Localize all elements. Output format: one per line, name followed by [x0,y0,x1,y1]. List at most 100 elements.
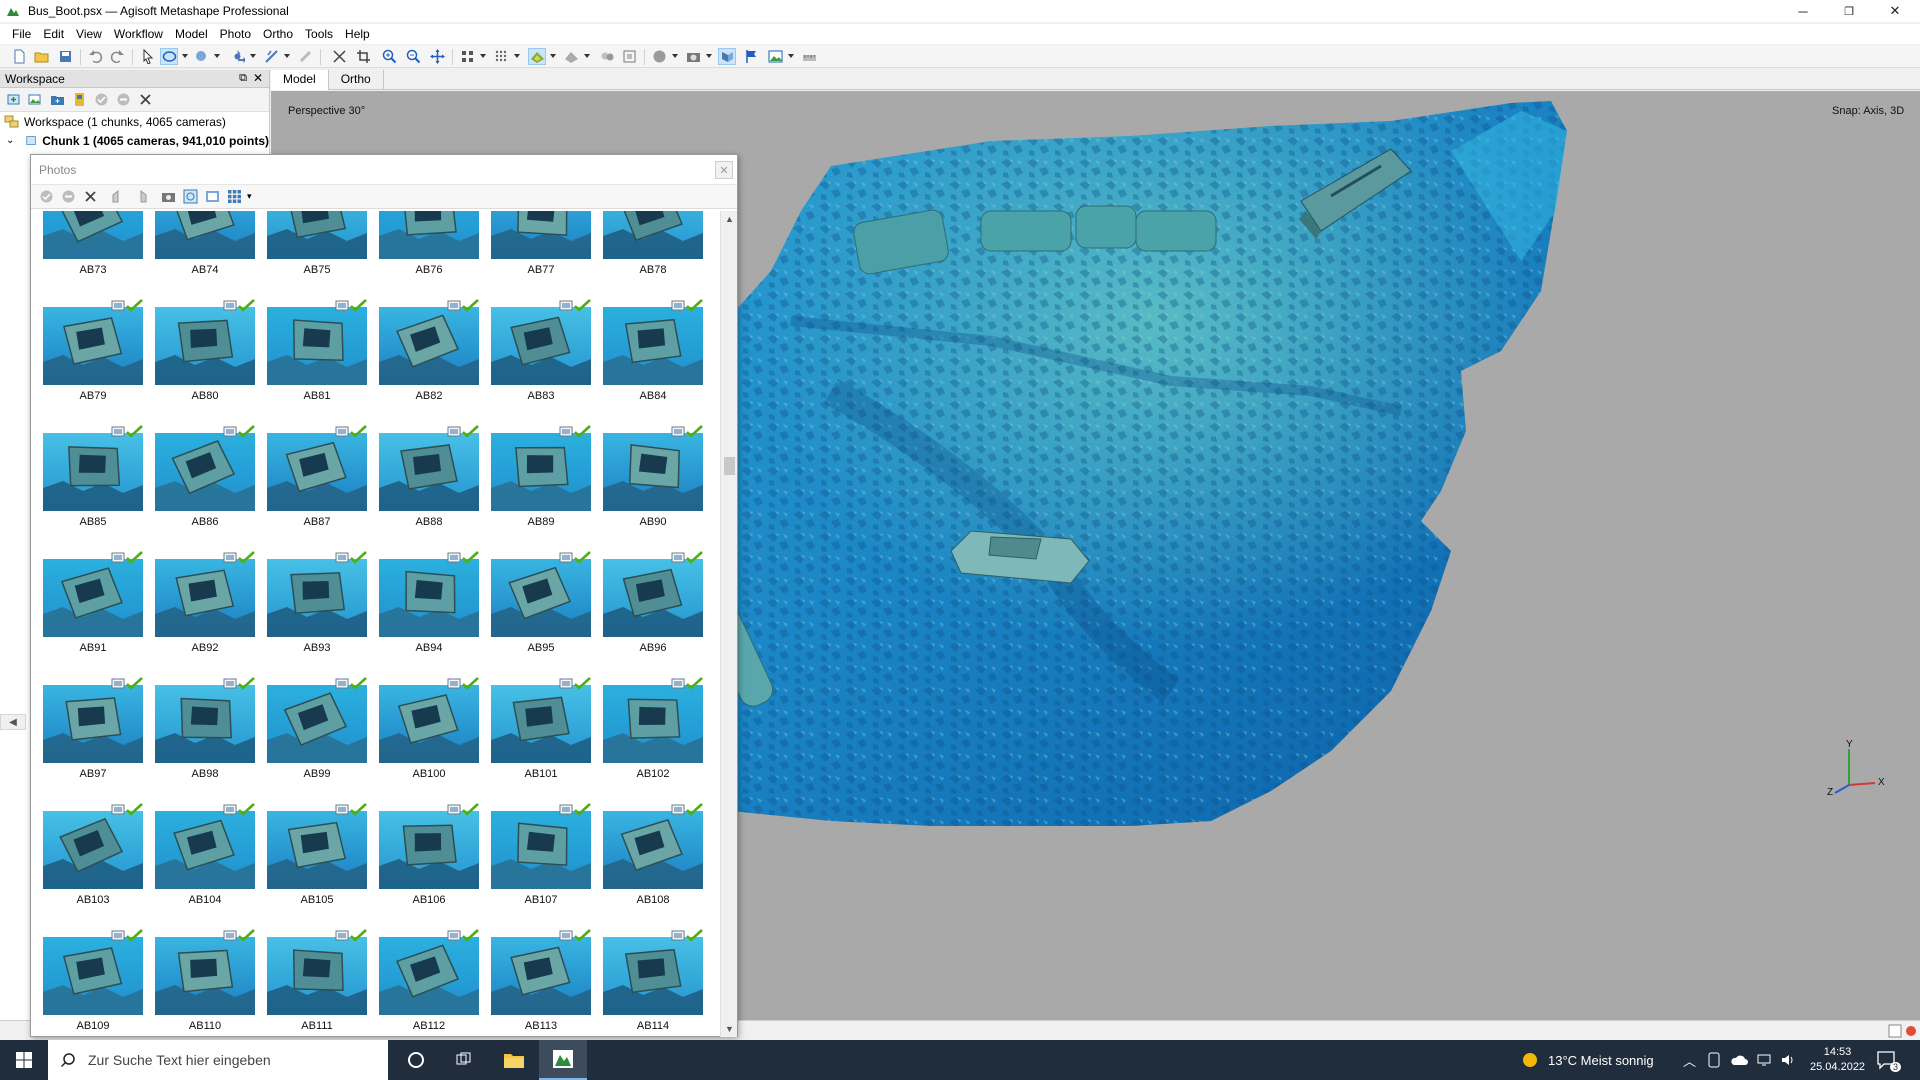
photo-thumbnail-item[interactable]: AB100 [373,677,485,803]
onedrive-cloud-icon[interactable] [1730,1053,1749,1067]
photo-thumbnail-image[interactable] [155,307,255,385]
scroll-down-arrow[interactable]: ▼ [721,1021,738,1037]
reset-view-icon[interactable] [428,48,446,65]
points-view-dropdown-arrow[interactable] [514,54,520,58]
menu-workflow[interactable]: Workflow [108,24,169,44]
textured-model-icon[interactable] [528,48,546,65]
photo-thumbnail-image[interactable] [155,211,255,259]
cameras-icon[interactable] [598,48,616,65]
redo-icon[interactable] [108,48,126,65]
menu-model[interactable]: Model [169,24,214,44]
navigation-arrow-icon[interactable] [138,48,156,65]
photo-thumbnail-image[interactable] [43,811,143,889]
photo-thumbnail-image[interactable] [155,433,255,511]
chevron-down-icon[interactable]: ⌄ [6,135,16,146]
photo-thumbnail-item[interactable]: AB73 [37,211,149,299]
disable-cameras-icon[interactable] [57,188,79,206]
ruler-scale-icon[interactable] [800,48,818,65]
close-photos-icon[interactable]: ✕ [715,161,733,179]
image-overlay-icon[interactable] [766,48,784,65]
disable-icon[interactable] [113,91,133,109]
add-marker-icon[interactable] [69,91,89,109]
photo-thumbnail-item[interactable]: AB80 [149,299,261,425]
photo-thumbnail-item[interactable]: AB103 [37,803,149,929]
ruler-icon[interactable] [262,48,280,65]
camera-capture-icon[interactable] [684,48,702,65]
photo-thumbnail-item[interactable]: AB92 [149,551,261,677]
task-view-button[interactable] [440,1040,488,1080]
chunk-tree-item[interactable]: ⌄ Chunk 1 (4065 cameras, 941,010 points) [0,131,269,150]
error-indicator-icon[interactable] [1904,1024,1918,1038]
chevron-up-icon[interactable]: ︿ [1683,1051,1696,1070]
photo-thumbnail-item[interactable]: AB78 [597,211,709,299]
device-icon[interactable] [1706,1052,1722,1068]
photo-thumbnail-image[interactable] [603,811,703,889]
add-chunk-icon[interactable] [3,91,23,109]
photo-thumbnail-item[interactable]: AB82 [373,299,485,425]
photo-thumbnail-item[interactable]: AB111 [261,929,373,1037]
photo-thumbnail-image[interactable] [603,307,703,385]
photo-thumbnail-image[interactable] [491,811,591,889]
grid-dropdown-arrow[interactable] [480,54,486,58]
tab-model[interactable]: Model [271,70,329,90]
photo-thumbnail-item[interactable]: AB96 [597,551,709,677]
remove-cameras-icon[interactable] [79,188,101,206]
menu-photo[interactable]: Photo [214,24,257,44]
photo-thumbnail-image[interactable] [267,307,367,385]
photo-thumbnail-item[interactable]: AB75 [261,211,373,299]
photo-thumbnail-item[interactable]: AB94 [373,551,485,677]
photo-thumbnail-image[interactable] [491,937,591,1015]
photo-thumbnail-image[interactable] [155,937,255,1015]
photo-thumbnail-item[interactable]: AB76 [373,211,485,299]
photo-thumbnail-item[interactable]: AB83 [485,299,597,425]
menu-help[interactable]: Help [339,24,376,44]
enable-cameras-icon[interactable] [35,188,57,206]
capture-dropdown-arrow[interactable] [706,54,712,58]
scroll-up-arrow[interactable]: ▲ [721,211,738,227]
cortana-button[interactable] [392,1040,440,1080]
photo-thumbnail-image[interactable] [379,307,479,385]
photo-thumbnail-item[interactable]: AB113 [485,929,597,1037]
photo-thumbnail-item[interactable]: AB91 [37,551,149,677]
add-photos-icon[interactable] [25,91,45,109]
photo-thumbnail-item[interactable]: AB95 [485,551,597,677]
view-mode-icon[interactable] [179,188,201,206]
photo-thumbnail-item[interactable]: AB97 [37,677,149,803]
photo-thumbnail-image[interactable] [155,811,255,889]
photo-thumbnail-item[interactable]: AB86 [149,425,261,551]
photo-thumbnail-image[interactable] [155,559,255,637]
enable-icon[interactable] [91,91,111,109]
photo-thumbnail-image[interactable] [267,937,367,1015]
workspace-tree-root[interactable]: Workspace (1 chunks, 4065 cameras) [0,112,269,131]
photo-thumbnail-image[interactable] [379,937,479,1015]
photo-thumbnail-image[interactable] [379,433,479,511]
workspace-scroll-left-arrow[interactable]: ◀ [0,714,26,730]
clock[interactable]: 14:53 25.04.2022 [1810,1040,1865,1080]
photo-thumbnail-image[interactable] [603,937,703,1015]
photo-thumbnail-item[interactable]: AB87 [261,425,373,551]
photo-thumbnail-item[interactable]: AB106 [373,803,485,929]
network-icon[interactable] [1756,1053,1772,1067]
photo-thumbnail-item[interactable]: AB105 [261,803,373,929]
select-points-icon[interactable] [192,48,210,65]
tie-points-icon[interactable] [492,48,510,65]
photo-thumbnail-image[interactable] [267,211,367,259]
photo-thumbnail-image[interactable] [43,685,143,763]
photo-thumbnail-item[interactable]: AB98 [149,677,261,803]
remove-items-icon[interactable] [135,91,155,109]
markers-flag-icon[interactable] [742,48,760,65]
photo-thumbnail-item[interactable]: AB114 [597,929,709,1037]
thumbnail-grid-icon[interactable] [223,188,245,206]
photo-thumbnail-item[interactable]: AB99 [261,677,373,803]
rotate-left-icon[interactable] [107,188,129,206]
tab-ortho[interactable]: Ortho [329,70,384,90]
menu-file[interactable]: File [6,24,37,44]
selection-dropdown-arrow[interactable] [182,54,188,58]
scroll-thumb[interactable] [724,457,735,475]
shaded-model-icon[interactable] [562,48,580,65]
photo-thumbnail-image[interactable] [491,433,591,511]
menu-edit[interactable]: Edit [37,24,70,44]
region-icon[interactable] [620,48,638,65]
camera-group-icon[interactable] [157,188,179,206]
photo-thumbnail-image[interactable] [267,559,367,637]
